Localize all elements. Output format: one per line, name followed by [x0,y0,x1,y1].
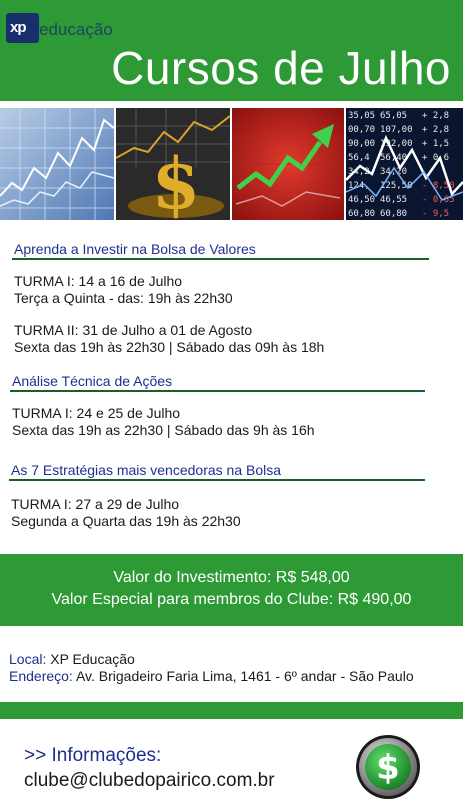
svg-text:46,50: 46,50 [348,195,375,205]
course-1-turma-1-schedule: Terça a Quinta - das: 19h às 22h30 [14,290,233,306]
course-2-turma-1-dates: TURMA I: 24 e 25 de Julho [12,405,181,421]
red-arrow-chart-photo [232,108,344,220]
svg-text:+ 2,8: + 2,8 [422,125,449,135]
course-divider [9,479,425,481]
svg-text:56,4: 56,4 [348,153,370,163]
footer: >> Informações: clube@clubedopairico.com… [0,719,463,810]
svg-text:46,55: 46,55 [380,195,407,205]
address-value: Av. Brigadeiro Faria Lima, 1461 - 6º and… [72,668,414,684]
course-2-turma-1-schedule: Sexta das 19h as 22h30 | Sábado das 9h à… [12,422,315,438]
price-banner: Valor do Investimento: R$ 548,00 Valor E… [0,554,463,626]
member-price: Valor Especial para membros do Clube: R$… [51,591,412,608]
course-3-turma-1-dates: TURMA I: 27 a 29 de Julho [11,496,180,512]
address-line: Endereço: Av. Brigadeiro Faria Lima, 146… [9,668,414,685]
svg-text:60,80: 60,80 [348,209,375,219]
logo-text: educação [39,20,113,39]
location-line: Local: XP Educação [9,651,135,668]
course-1-turma-2-schedule: Sexta das 19h às 22h30 | Sábado das 09h … [14,339,325,355]
logo-mark: xp [10,19,26,36]
green-divider-bar [0,702,463,719]
stock-line-chart-photo [0,108,114,220]
flyer: xp educação Cursos de Julho $ 35,05 65,0… [0,0,463,810]
course-divider [10,390,425,392]
stock-ticker-board-photo: 35,05 65,05 + 2,8 00,70 107,00 + 2,8 90,00 19… [346,108,463,220]
svg-text:+ 2,8: + 2,8 [422,111,449,121]
course-title-analise-tecnica: Análise Técnica de Ações [12,373,173,389]
local-label: Local: [9,651,47,667]
coin-dollar-symbol: $ [376,748,400,788]
svg-text:+ 0,6: + 0,6 [422,153,449,163]
svg-text:90,00: 90,00 [348,139,375,149]
regular-price: Valor do Investimento: R$ 548,00 [113,569,350,586]
course-title-bolsa-valores: Aprenda a Investir na Bolsa de Valores [14,241,256,257]
info-heading: >> Informações: [24,745,162,766]
dollar-coin-icon: $ [355,734,421,800]
page-title: Cursos de Julho [111,42,451,94]
svg-text:107,00: 107,00 [380,125,413,135]
course-title-7-estrategias: As 7 Estratégias mais vencedoras na Bols… [11,462,282,478]
svg-text:- 9,5: - 9,5 [422,209,449,219]
header-banner: xp educação Cursos de Julho [0,0,463,101]
svg-text:65,05: 65,05 [380,111,407,121]
svg-text:35,05: 35,05 [348,111,375,121]
svg-text:00,70: 00,70 [348,125,375,135]
course-divider [12,258,429,260]
gold-dollar-sign-photo: $ [116,108,230,220]
svg-text:$: $ [152,142,201,220]
logo-box: xp [6,13,39,43]
course-1-turma-1-dates: TURMA I: 14 a 16 de Julho [14,273,183,289]
svg-text:+ 1,5: + 1,5 [422,139,449,149]
photo-strip: $ 35,05 65,05 + 2,8 00,70 107,00 + 2,8 9… [0,108,463,220]
course-3-turma-1-schedule: Segunda a Quarta das 19h às 22h30 [11,513,241,529]
address-label: Endereço: [9,668,73,684]
course-1-turma-2-dates: TURMA II: 31 de Julho a 01 de Agosto [14,322,253,338]
svg-text:60,80: 60,80 [380,209,407,219]
contact-email[interactable]: clube@clubedopairico.com.br [24,769,275,792]
local-value: XP Educação [46,651,135,667]
